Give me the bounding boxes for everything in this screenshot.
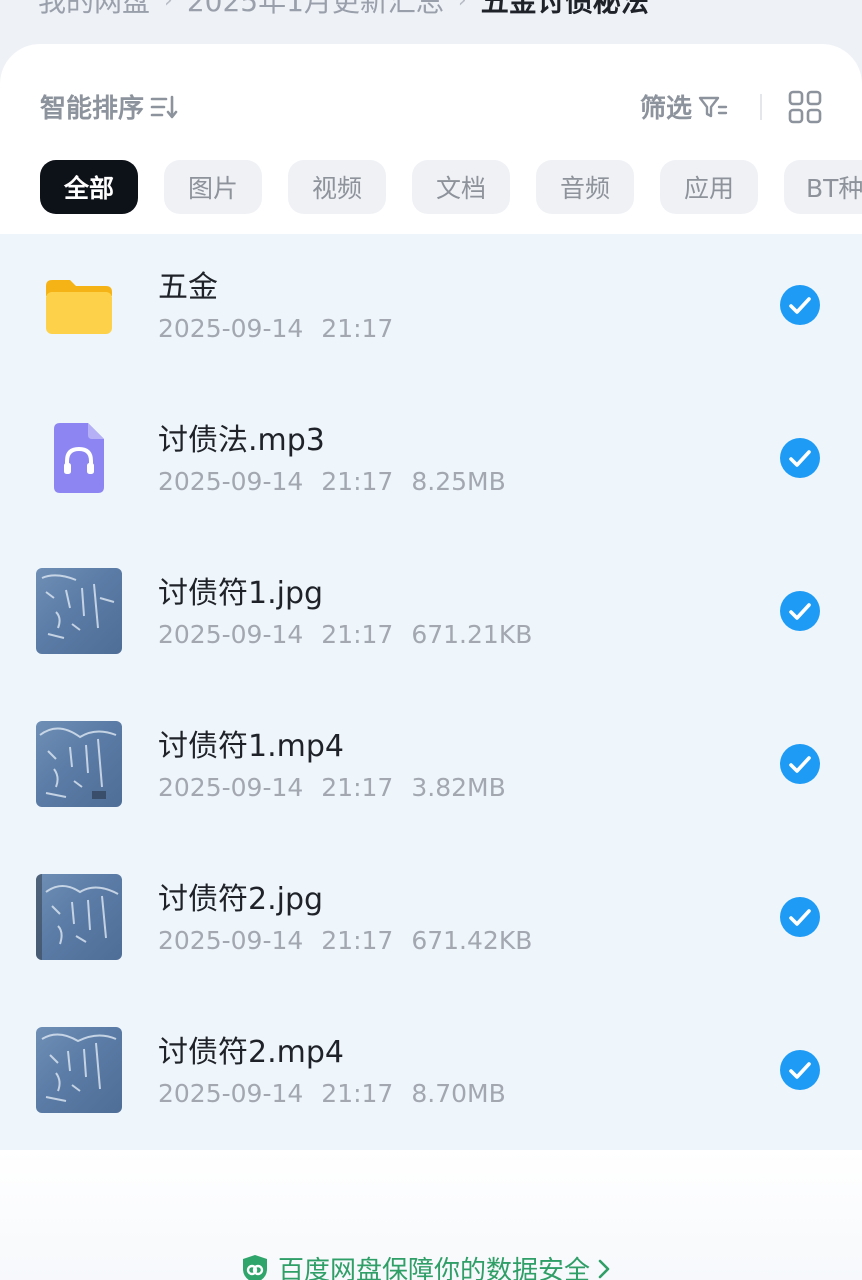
filter-button[interactable]: 筛选 [640,88,728,125]
file-size: 3.82MB [411,773,506,802]
tab-bt[interactable]: BT种 [784,160,862,214]
selected-check-icon[interactable] [780,744,820,784]
audio-file-icon [54,423,104,493]
file-meta: 2025-09-14 21:17 671.21KB [158,620,550,649]
file-time: 21:17 [321,314,394,343]
file-list: 五金 2025-09-14 21:17 讨债法.mp3 2025-09-14 21:… [0,234,862,1150]
chevron-right-icon [598,1259,610,1278]
file-size: 671.21KB [411,620,533,649]
file-time: 21:17 [321,467,394,496]
sort-button[interactable]: 智能排序 [40,88,178,125]
file-meta: 2025-09-14 21:17 [158,314,411,343]
selected-check-icon[interactable] [780,285,820,325]
file-name: 讨债符1.jpg [158,576,324,611]
selected-check-icon[interactable] [780,591,820,631]
list-item[interactable]: 讨债符2.jpg 2025-09-14 21:17 671.42KB [0,846,862,999]
file-date: 2025-09-14 [158,620,304,649]
tab-videos[interactable]: 视频 [288,160,386,214]
file-name: 五金 [158,270,218,305]
selected-check-icon[interactable] [780,1050,820,1090]
file-name: 讨债法.mp3 [158,423,325,458]
tab-documents[interactable]: 文档 [412,160,510,214]
breadcrumb: 我的网盘 › 2025年1月更新汇总 › 五金讨债秘法 [38,0,649,22]
list-item[interactable]: 讨债法.mp3 2025-09-14 21:17 8.25MB [0,387,862,540]
image-thumbnail [36,568,122,654]
file-time: 21:17 [321,926,394,955]
file-name: 讨债符2.jpg [158,882,324,917]
file-date: 2025-09-14 [158,1079,304,1108]
list-item[interactable]: 五金 2025-09-14 21:17 [0,234,862,387]
shield-icon [243,1254,267,1280]
breadcrumb-item-folder[interactable]: 2025年1月更新汇总 [187,0,444,20]
grid-view-icon[interactable] [788,90,822,124]
selected-check-icon[interactable] [780,897,820,937]
filter-label: 筛选 [639,94,692,124]
data-safety-link[interactable]: 百度网盘保障你的数据安全 [240,1250,612,1280]
file-meta: 2025-09-14 21:17 3.82MB [158,773,524,802]
sort-icon [150,95,178,118]
file-date: 2025-09-14 [158,467,304,496]
file-size: 8.25MB [411,467,506,496]
video-thumbnail [36,1027,122,1113]
sort-label: 智能排序 [40,94,145,124]
list-item[interactable]: 讨债符1.mp4 2025-09-14 21:17 3.82MB [0,693,862,846]
video-thumbnail [36,721,122,807]
breadcrumb-current: 五金讨债秘法 [480,0,649,18]
footer: 百度网盘保障你的数据安全 [0,1150,862,1280]
category-tabs: 全部 图片 视频 文档 音频 应用 BT种 [40,160,862,214]
file-time: 21:17 [321,620,394,649]
file-browser-card: 智能排序 筛选 全部 图片 视频 文档 音频 应用 BT种 五金 2025-09… [0,44,862,1280]
file-date: 2025-09-14 [158,773,304,802]
selected-check-icon[interactable] [780,438,820,478]
file-size: 8.70MB [411,1079,506,1108]
image-thumbnail [36,874,122,960]
toolbar-divider [760,94,762,120]
file-date: 2025-09-14 [158,314,304,343]
file-time: 21:17 [321,773,394,802]
safety-text: 百度网盘保障你的数据安全 [278,1256,591,1280]
folder-icon [46,280,112,334]
file-meta: 2025-09-14 21:17 8.70MB [158,1079,524,1108]
list-item[interactable]: 讨债符1.jpg 2025-09-14 21:17 671.21KB [0,540,862,693]
file-time: 21:17 [321,1079,394,1108]
file-name: 讨债符1.mp4 [158,729,344,764]
file-date: 2025-09-14 [158,926,304,955]
tab-apps[interactable]: 应用 [660,160,758,214]
file-meta: 2025-09-14 21:17 8.25MB [158,467,524,496]
toolbar: 智能排序 筛选 全部 图片 视频 文档 音频 应用 BT种 [0,44,862,214]
filter-icon [698,96,728,117]
file-size: 671.42KB [411,926,533,955]
breadcrumb-item-root[interactable]: 我的网盘 [38,0,150,20]
file-meta: 2025-09-14 21:17 671.42KB [158,926,550,955]
tab-images[interactable]: 图片 [164,160,262,214]
tab-audio[interactable]: 音频 [536,160,634,214]
breadcrumb-separator-icon: › [164,0,173,13]
file-name: 讨债符2.mp4 [158,1035,344,1070]
tab-all[interactable]: 全部 [40,160,138,214]
list-item[interactable]: 讨债符2.mp4 2025-09-14 21:17 8.70MB [0,999,862,1152]
breadcrumb-separator-icon: › [457,0,467,13]
